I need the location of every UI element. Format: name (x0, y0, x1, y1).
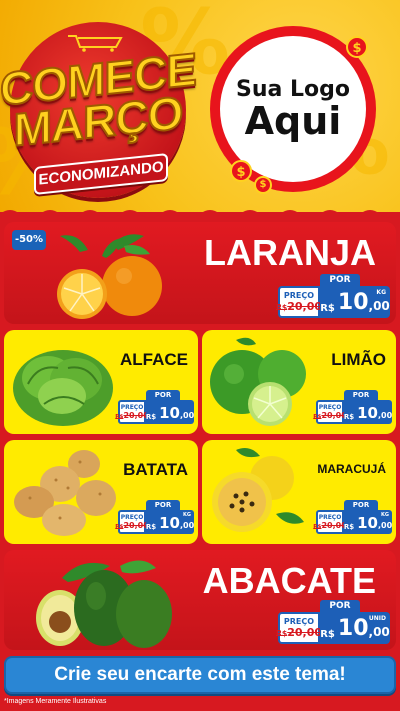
price-por-label: POR (146, 390, 180, 400)
coin-icon: $ (346, 36, 368, 58)
price-new-box: R$ 10 ,00 KG (344, 510, 392, 534)
coin-icon: $ (230, 160, 252, 182)
price-value: 10 (337, 290, 369, 315)
price-value: 10 (159, 404, 180, 422)
price-new-box: R$ 10 ,00 UNID (320, 612, 390, 644)
price-new-box: R$ 10 ,00 (146, 400, 194, 424)
price-tag: POR PREÇO R$20,00 R$ 10 ,00 KG (115, 500, 194, 534)
price-label: PREÇO (120, 514, 144, 521)
price-old-box: PREÇO R$20,00 (313, 400, 347, 424)
product-name: MARACUJÁ (317, 462, 386, 476)
price-cents: ,00 (179, 521, 195, 530)
price-cents: ,00 (368, 299, 390, 313)
price-label: PREÇO (283, 617, 315, 626)
price-por-label: POR (344, 390, 378, 400)
price-unit: KG (183, 512, 191, 518)
discount-badge: -50% (12, 230, 46, 250)
price-tag: POR PREÇO R$20,00 R$ 10 ,00 KG (313, 500, 392, 534)
create-flyer-button[interactable]: Crie seu encarte com este tema! (4, 656, 396, 694)
price-cents: ,00 (377, 521, 393, 530)
product-name: ABACATE (202, 560, 376, 601)
product-name: BATATA (123, 460, 188, 479)
price-tag: POR PREÇO R$20,00 R$ 10 ,00 UNID (275, 600, 390, 644)
price-label: PREÇO (318, 514, 342, 521)
price-old-box: PREÇO R$20,00 (115, 400, 149, 424)
coin-icon: $ (254, 176, 272, 194)
orange-image (57, 234, 162, 319)
price-unit: UNID (368, 615, 386, 622)
product-name: LARANJA (203, 232, 376, 273)
price-unit: KG (376, 289, 386, 296)
product-card-laranja[interactable]: -50% LARANJA POR PREÇO R$20,00 R$ 10 ,00… (4, 222, 396, 324)
price-por-label: POR (146, 500, 180, 510)
old-price: R$20,00 (115, 521, 149, 530)
price-value: 10 (357, 404, 378, 422)
price-currency: R$ (343, 413, 355, 421)
old-price: R$20,00 (275, 626, 323, 639)
price-value: 10 (337, 616, 369, 641)
product-card-maracuja[interactable]: MARACUJÁ POR PREÇO R$20,00 R$ 10 ,00 KG (202, 440, 396, 544)
product-card-batata[interactable]: BATATA POR PREÇO R$20,00 R$ 10 ,00 KG (4, 440, 198, 544)
price-label: PREÇO (120, 404, 144, 411)
price-old-box: PREÇO R$20,00 (275, 286, 323, 318)
price-por-label: POR (344, 500, 378, 510)
product-card-limao[interactable]: LIMÃO POR PREÇO R$20,00 R$ 10 ,00 (202, 330, 396, 434)
price-new-box: R$ 10 ,00 KG (146, 510, 194, 534)
price-tag: POR PREÇO R$20,00 R$ 10 ,00 (313, 390, 392, 424)
price-cents: ,00 (377, 411, 393, 420)
old-price: R$20,00 (115, 411, 149, 420)
product-name: ALFACE (120, 350, 188, 369)
price-unit: KG (381, 512, 389, 518)
lettuce-image (13, 350, 113, 426)
price-currency: R$ (320, 629, 335, 640)
price-currency: R$ (145, 523, 157, 531)
price-new-box: R$ 10 ,00 (344, 400, 392, 424)
disclaimer-text: *Imagens Meramente Ilustrativas (4, 698, 107, 705)
price-por-label: POR (320, 274, 360, 286)
price-label: PREÇO (318, 404, 342, 411)
price-new-box: R$ 10 ,00 KG (320, 286, 390, 318)
price-cents: ,00 (179, 411, 195, 420)
logo-text-line2: Aqui (244, 98, 342, 143)
price-old-box: PREÇO R$20,00 (313, 510, 347, 534)
header-banner: % % % COMECE MARÇO ECONOMIZANDO Sua Logo… (0, 0, 400, 212)
product-card-alface[interactable]: ALFACE POR PREÇO R$20,00 R$ 10 ,00 (4, 330, 198, 434)
price-value: 10 (357, 514, 378, 532)
price-currency: R$ (343, 523, 355, 531)
price-value: 10 (159, 514, 180, 532)
price-tag: POR PREÇO R$20,00 R$ 10 ,00 (115, 390, 194, 424)
avocado-image (36, 560, 172, 648)
old-price: R$20,00 (275, 300, 323, 313)
product-card-abacate[interactable]: ABACATE POR PREÇO R$20,00 R$ 10 ,00 UNID (4, 550, 396, 650)
old-price: R$20,00 (313, 411, 347, 420)
price-cents: ,00 (368, 625, 390, 639)
passion-fruit-image (212, 448, 304, 532)
price-tag: POR PREÇO R$20,00 R$ 10 ,00 KG (275, 274, 390, 318)
product-name: LIMÃO (331, 350, 386, 369)
wave-divider (0, 210, 400, 220)
logo-text-line1: Sua Logo (235, 76, 350, 102)
potato-image (14, 450, 116, 536)
price-label: PREÇO (283, 291, 315, 300)
price-old-box: PREÇO R$20,00 (115, 510, 149, 534)
price-currency: R$ (320, 303, 335, 314)
price-currency: R$ (145, 413, 157, 421)
price-old-box: PREÇO R$20,00 (275, 612, 323, 644)
price-por-label: POR (320, 600, 360, 612)
old-price: R$20,00 (313, 521, 347, 530)
lime-image (210, 337, 306, 426)
